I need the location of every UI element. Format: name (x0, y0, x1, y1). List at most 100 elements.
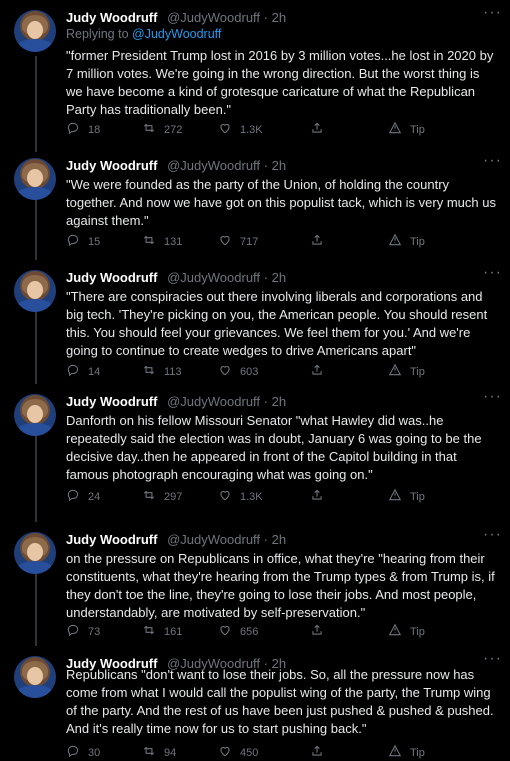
share-icon (310, 363, 324, 380)
author-name[interactable]: Judy Woodruff (66, 532, 157, 547)
share-button[interactable] (310, 363, 324, 380)
avatar[interactable] (14, 270, 56, 312)
retweet-button[interactable]: 161 (142, 623, 182, 640)
tip-button[interactable]: Tip (388, 623, 425, 640)
like-button[interactable]: 1.3K (218, 488, 263, 505)
tweet-header: Judy Woodruff @JudyWoodruff · 2h (66, 532, 500, 550)
like-button[interactable]: 717 (218, 233, 258, 250)
more-icon[interactable]: ··· (483, 153, 502, 169)
author-handle[interactable]: @JudyWoodruff · 2h (167, 158, 286, 173)
author-handle[interactable]: @JudyWoodruff · 2h (167, 10, 286, 25)
tip-icon (388, 623, 402, 640)
tip-icon (388, 233, 402, 250)
tweet[interactable]: Judy Woodruff @JudyWoodruff · 2h ··· "We… (0, 148, 510, 260)
tweet-header: Judy Woodruff @JudyWoodruff · 2h (66, 10, 500, 28)
retweet-count: 131 (164, 235, 183, 248)
more-icon[interactable]: ··· (483, 651, 502, 667)
retweet-button[interactable]: 297 (142, 488, 182, 505)
share-icon (310, 233, 324, 250)
tip-label: Tip (410, 625, 425, 638)
tweet[interactable]: Judy Woodruff @JudyWoodruff · 2h ··· on … (0, 522, 510, 646)
reply-icon (66, 233, 80, 250)
share-button[interactable] (310, 121, 324, 138)
tweet-header: Judy Woodruff @JudyWoodruff · 2h (66, 270, 500, 288)
like-count: 603 (240, 365, 259, 378)
tweet[interactable]: Judy Woodruff @JudyWoodruff · 2h ··· Rep… (0, 0, 510, 148)
replying-to: Replying to @JudyWoodruff (66, 27, 222, 41)
reply-button[interactable]: 24 (66, 488, 100, 505)
more-icon[interactable]: ··· (483, 527, 502, 543)
tip-label: Tip (410, 235, 425, 248)
author-name[interactable]: Judy Woodruff (66, 158, 157, 173)
tip-button[interactable]: Tip (388, 744, 425, 761)
reply-count: 30 (88, 746, 101, 759)
avatar[interactable] (14, 656, 56, 698)
author-name[interactable]: Judy Woodruff (66, 394, 157, 409)
more-icon[interactable]: ··· (483, 265, 502, 281)
like-count: 656 (240, 625, 259, 638)
tweet-actions: 14 113 603 Tip (66, 363, 446, 379)
reply-icon (66, 363, 80, 380)
avatar[interactable] (14, 10, 56, 52)
avatar[interactable] (14, 532, 56, 574)
retweet-icon (142, 623, 156, 640)
reply-button[interactable]: 30 (66, 744, 100, 761)
like-button[interactable]: 603 (218, 363, 258, 380)
share-icon (310, 488, 324, 505)
like-button[interactable]: 1.3K (218, 121, 263, 138)
reply-button[interactable]: 73 (66, 623, 100, 640)
tip-label: Tip (410, 123, 425, 136)
tweet-header: Judy Woodruff @JudyWoodruff · 2h (66, 394, 500, 412)
heart-icon (218, 744, 232, 761)
retweet-button[interactable]: 131 (142, 233, 182, 250)
author-handle[interactable]: @JudyWoodruff · 2h (167, 270, 286, 285)
heart-icon (218, 623, 232, 640)
tweet-text: Republicans "don't want to lose their jo… (66, 667, 494, 736)
share-button[interactable] (310, 623, 324, 640)
tweet-text: "former President Trump lost in 2016 by … (66, 48, 494, 117)
tweet-text: Danforth on his fellow Missouri Senator … (66, 413, 482, 482)
tip-button[interactable]: Tip (388, 488, 425, 505)
retweet-button[interactable]: 272 (142, 121, 182, 138)
tweet-text: "We were founded as the party of the Uni… (66, 177, 496, 228)
tip-icon (388, 488, 402, 505)
share-button[interactable] (310, 233, 324, 250)
author-name[interactable]: Judy Woodruff (66, 10, 157, 25)
share-icon (310, 623, 324, 640)
avatar[interactable] (14, 158, 56, 200)
reply-button[interactable]: 15 (66, 233, 100, 250)
tip-button[interactable]: Tip (388, 233, 425, 250)
avatar[interactable] (14, 394, 56, 436)
like-button[interactable]: 656 (218, 623, 258, 640)
more-icon[interactable]: ··· (483, 389, 502, 405)
tip-button[interactable]: Tip (388, 121, 425, 138)
tweet[interactable]: Judy Woodruff @JudyWoodruff · 2h ··· Rep… (0, 646, 510, 759)
tweet[interactable]: Judy Woodruff @JudyWoodruff · 2h ··· "Th… (0, 260, 510, 384)
retweet-count: 272 (164, 123, 183, 136)
reply-icon (66, 623, 80, 640)
more-icon[interactable]: ··· (483, 5, 502, 21)
author-name[interactable]: Judy Woodruff (66, 270, 157, 285)
retweet-icon (142, 121, 156, 138)
like-button[interactable]: 450 (218, 744, 258, 761)
author-handle[interactable]: @JudyWoodruff · 2h (167, 394, 286, 409)
tweet-actions: 15 131 717 Tip (66, 233, 446, 249)
retweet-count: 297 (164, 490, 183, 503)
like-count: 1.3K (240, 490, 263, 503)
tweet-text: on the pressure on Republicans in office… (66, 551, 495, 620)
tip-button[interactable]: Tip (388, 363, 425, 380)
heart-icon (218, 233, 232, 250)
retweet-button[interactable]: 113 (142, 363, 182, 380)
reply-to-link[interactable]: @JudyWoodruff (132, 27, 221, 41)
share-button[interactable] (310, 744, 324, 761)
reply-button[interactable]: 18 (66, 121, 100, 138)
share-button[interactable] (310, 488, 324, 505)
reply-button[interactable]: 14 (66, 363, 100, 380)
retweet-button[interactable]: 94 (142, 744, 176, 761)
heart-icon (218, 488, 232, 505)
tweet[interactable]: Judy Woodruff @JudyWoodruff · 2h ··· Dan… (0, 384, 510, 522)
tip-label: Tip (410, 490, 425, 503)
reply-count: 14 (88, 365, 101, 378)
heart-icon (218, 363, 232, 380)
author-handle[interactable]: @JudyWoodruff · 2h (167, 532, 286, 547)
